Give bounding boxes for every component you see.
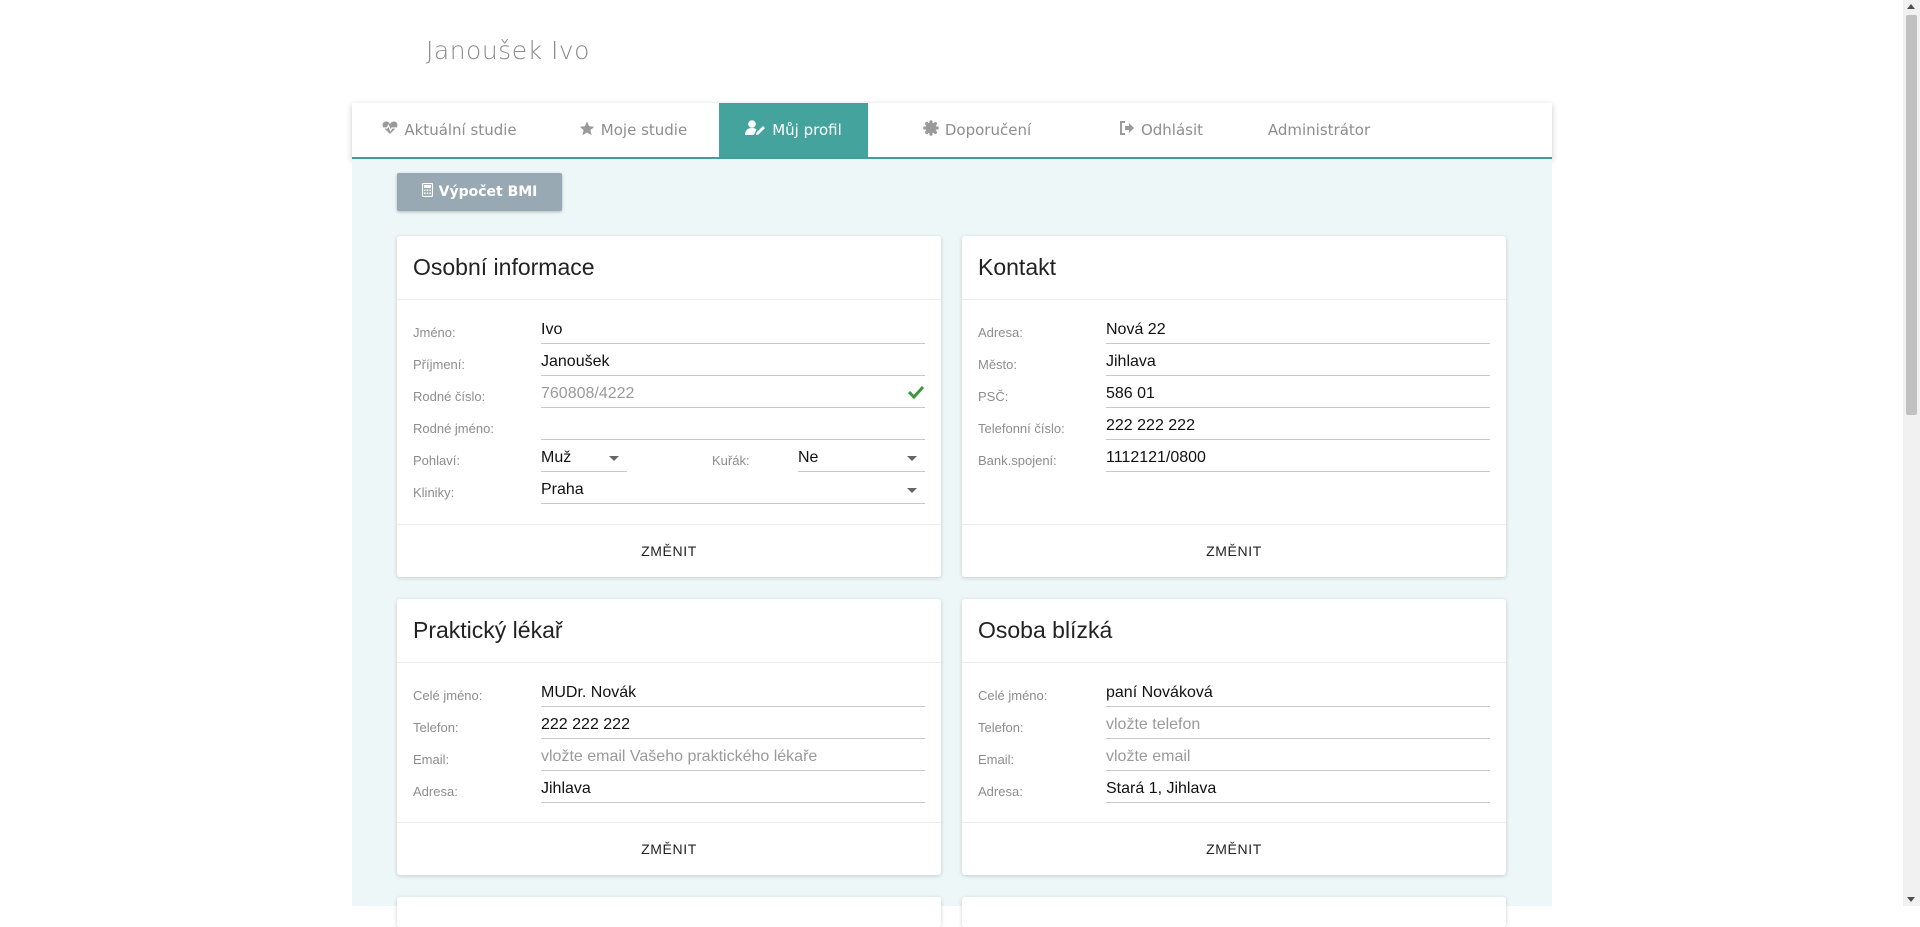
relative-address-field[interactable]: Stará 1, Jihlava [1106,776,1490,803]
chevron-down-icon [907,488,917,493]
scroll-thumb[interactable] [1906,15,1917,415]
doctor-phone-field[interactable]: 222 222 222 [541,712,925,739]
bank-field[interactable]: 1112121/0800 [1106,445,1490,472]
vertical-scrollbar[interactable] [1903,0,1920,906]
city-field[interactable]: Jihlava [1106,349,1490,376]
change-relative-button[interactable]: ZMĚNIT [1192,835,1276,863]
tab-recommendations[interactable]: Doporučení [868,103,1086,157]
bmi-button-label: Výpočet BMI [438,184,538,200]
tab-label: Administrátor [1267,121,1371,139]
relative-card: Osoba blízká Celé jméno: paní Nováková T… [962,599,1506,875]
card-footer: ZMĚNIT [397,822,941,875]
birth-number-label: Rodné číslo: [413,389,486,404]
clinic-label: Kliniky: [413,485,455,500]
heartbeat-icon [382,121,404,139]
clinic-value: Praha [541,481,584,498]
profile-content: Výpočet BMI Osobní informace Jméno: Ivo … [352,159,1552,927]
tab-logout[interactable]: Odhlásit [1086,103,1236,157]
tab-label: Odhlásit [1140,121,1204,139]
relative-email-field[interactable]: vložte email [1106,744,1490,771]
doctor-name-field[interactable]: MUDr. Novák [541,680,925,707]
doctor-email-field[interactable]: vložte email Vašeho praktického lékaře [541,744,925,771]
relative-name-field[interactable]: paní Nováková [1106,680,1490,707]
next-card-right [962,897,1506,927]
clinic-select[interactable]: Praha [541,477,925,504]
gender-value: Muž [541,449,572,466]
tab-my-profile[interactable]: Můj profil [719,103,868,157]
relative-phone-field[interactable]: vložte telefon [1106,712,1490,739]
star-icon [579,121,601,140]
certificate-icon [923,120,945,140]
phone-field[interactable]: 222 222 222 [1106,413,1490,440]
gender-label: Pohlaví: [413,453,460,468]
smoker-label: Kuřák: [712,453,750,468]
card-footer: ZMĚNIT [962,524,1506,577]
scroll-up-icon[interactable] [1907,4,1915,9]
maiden-name-field[interactable] [541,413,925,440]
card-title: Osobní informace [397,236,941,300]
zip-field[interactable]: 586 01 [1106,381,1490,408]
tab-label: Můj profil [772,121,842,139]
tab-label: Aktuální studie [404,121,517,139]
first-name-label: Jméno: [413,325,456,340]
zip-label: PSČ: [978,389,1009,404]
main-tabs: Aktuální studie Moje studie Můj profil D… [352,103,1552,159]
user-name: Janoušek Ivo [426,36,590,65]
relative-email-label: Email: [978,752,1015,767]
card-title: Praktický lékař [397,599,941,663]
doctor-name-label: Celé jméno: [413,688,483,703]
last-name-field[interactable]: Janoušek [541,349,925,376]
tab-label: Moje studie [600,121,688,139]
birth-number-field: 760808/4222 [541,381,925,408]
doctor-phone-label: Telefon: [413,720,459,735]
address-field[interactable]: Nová 22 [1106,317,1490,344]
bmi-calculator-button[interactable]: Výpočet BMI [397,173,562,211]
change-personal-button[interactable]: ZMĚNIT [627,537,711,565]
doctor-email-label: Email: [413,752,450,767]
doctor-address-label: Adresa: [413,784,458,799]
contact-card: Kontakt Adresa: Nová 22 Město: Jihlava P… [962,236,1506,577]
change-doctor-button[interactable]: ZMĚNIT [627,835,711,863]
chevron-down-icon [609,456,619,461]
relative-phone-label: Telefon: [978,720,1024,735]
personal-info-card: Osobní informace Jméno: Ivo Příjmení: Ja… [397,236,941,577]
maiden-name-label: Rodné jméno: [413,421,494,436]
tab-administrator[interactable]: Administrátor [1236,103,1402,161]
scroll-down-icon[interactable] [1907,897,1915,902]
card-title: Kontakt [962,236,1506,300]
tab-my-studies[interactable]: Moje studie [547,103,719,157]
next-card-left [397,897,941,927]
relative-name-label: Celé jméno: [978,688,1048,703]
city-label: Město: [978,357,1018,372]
user-edit-icon [745,120,772,140]
tab-current-studies[interactable]: Aktuální studie [352,103,547,157]
card-title: Osoba blízká [962,599,1506,663]
last-name-label: Příjmení: [413,357,466,372]
check-icon [907,385,925,404]
phone-label: Telefonní číslo: [978,421,1065,436]
smoker-value: Ne [798,449,819,466]
doctor-card: Praktický lékař Celé jméno: MUDr. Novák … [397,599,941,875]
change-contact-button[interactable]: ZMĚNIT [1192,537,1276,565]
smoker-select[interactable]: Ne [798,445,925,472]
bank-label: Bank.spojení: [978,453,1057,468]
relative-address-label: Adresa: [978,784,1023,799]
sign-out-icon [1119,121,1141,139]
first-name-field[interactable]: Ivo [541,317,925,344]
gender-select[interactable]: Muž [541,445,627,472]
tab-label: Doporučení [944,121,1032,139]
calculator-icon [421,182,439,201]
address-label: Adresa: [978,325,1023,340]
card-footer: ZMĚNIT [962,822,1506,875]
chevron-down-icon [907,456,917,461]
card-footer: ZMĚNIT [397,524,941,577]
doctor-address-field[interactable]: Jihlava [541,776,925,803]
